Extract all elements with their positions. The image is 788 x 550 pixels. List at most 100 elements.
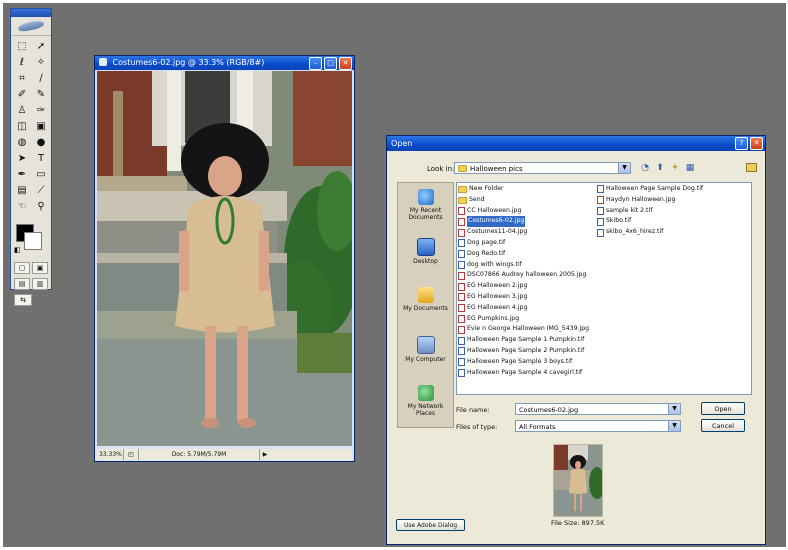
tif-file-icon bbox=[458, 260, 465, 269]
screen-mode-menu-icon[interactable]: ▥ bbox=[32, 278, 48, 290]
palette-title-bar[interactable] bbox=[11, 9, 51, 17]
folder-action-icon[interactable] bbox=[746, 163, 757, 172]
gradient-tool-icon[interactable]: ▣ bbox=[33, 120, 49, 134]
file-list-item[interactable]: EG Halloween 3.jpg bbox=[458, 292, 598, 303]
dodge-tool-icon[interactable]: ● bbox=[33, 136, 49, 150]
open-file-dialog: Open ? ✕ Look in: Halloween pics ▼ ◔ ⬆ ✦… bbox=[386, 135, 766, 545]
hand-tool-icon[interactable]: ☜ bbox=[14, 200, 30, 214]
file-list-item[interactable]: Dog Redo.tif bbox=[458, 249, 598, 260]
file-name-label: File name: bbox=[456, 406, 490, 414]
lasso-tool-icon[interactable]: ℓ bbox=[14, 56, 30, 70]
status-menu-arrow-icon[interactable]: ▶ bbox=[260, 449, 270, 460]
eraser-tool-icon[interactable]: ◫ bbox=[14, 120, 30, 134]
zoom-tool-icon[interactable]: ⚲ bbox=[33, 200, 49, 214]
file-name-text: EG Halloween 4.jpg bbox=[467, 303, 528, 311]
tif-file-icon bbox=[458, 250, 465, 259]
dialog-title-bar[interactable]: Open ? ✕ bbox=[387, 136, 765, 151]
brush-tool-icon[interactable]: ✎ bbox=[33, 88, 49, 102]
blur-tool-icon[interactable]: ◍ bbox=[14, 136, 30, 150]
back-icon[interactable]: ◔ bbox=[639, 162, 651, 174]
chevron-down-icon[interactable]: ▼ bbox=[618, 163, 630, 173]
adobe-feather-icon[interactable] bbox=[11, 17, 51, 36]
file-list-item[interactable]: New Folder bbox=[458, 184, 598, 195]
file-list-item[interactable]: Haydyn Halloween.jpg bbox=[597, 195, 747, 206]
look-in-dropdown[interactable]: Halloween pics ▼ bbox=[454, 162, 631, 174]
file-type-dropdown[interactable]: All Formats ▼ bbox=[515, 420, 681, 432]
minimize-button[interactable]: – bbox=[309, 57, 322, 70]
slice-tool-icon[interactable]: ∕ bbox=[33, 72, 49, 86]
chevron-down-icon[interactable]: ▼ bbox=[668, 404, 680, 414]
open-button[interactable]: Open bbox=[701, 402, 745, 415]
type-tool-icon[interactable]: T bbox=[33, 152, 49, 166]
file-name-field[interactable]: Costumes6-02.jpg ▼ bbox=[515, 403, 681, 415]
file-list-item[interactable]: Skibo.tif bbox=[597, 216, 747, 227]
file-list-item[interactable]: Costumes11-04.jpg bbox=[458, 227, 598, 238]
pen-tool-icon[interactable]: ✒ bbox=[14, 168, 30, 182]
tif-file-icon bbox=[458, 239, 465, 248]
file-list-item[interactable]: EG Pumpkins.jpg bbox=[458, 314, 598, 325]
path-selection-tool-icon[interactable]: ➤ bbox=[14, 152, 30, 166]
file-list-item[interactable]: Costumes6-02.jpg bbox=[458, 216, 598, 228]
close-button[interactable]: ✕ bbox=[339, 57, 352, 70]
standard-mode-icon[interactable]: ▢ bbox=[14, 262, 30, 274]
file-list-item[interactable]: CC Halloween.jpg bbox=[458, 206, 598, 217]
shape-tool-icon[interactable]: ▭ bbox=[33, 168, 49, 182]
move-tool-icon[interactable]: ➚ bbox=[33, 40, 49, 54]
help-button[interactable]: ? bbox=[735, 137, 748, 150]
jump-to-imageready-icon[interactable]: ⇆ bbox=[14, 294, 32, 306]
healing-brush-tool-icon[interactable]: ✐ bbox=[14, 88, 30, 102]
file-list[interactable]: New Folder Send CC Halloween.jpg Costumes6-… bbox=[456, 182, 752, 395]
jpg-file-icon bbox=[458, 325, 465, 334]
view-menu-icon[interactable]: ▦ bbox=[684, 162, 696, 174]
file-list-item[interactable]: skibo_4x6_hirez.tif bbox=[597, 227, 747, 238]
use-adobe-dialog-button[interactable]: Use Adobe Dialog bbox=[396, 519, 465, 531]
file-size-text: File Size: 897.5K bbox=[551, 519, 605, 527]
background-color-swatch[interactable] bbox=[24, 232, 42, 250]
chevron-down-icon[interactable]: ▼ bbox=[668, 421, 680, 431]
file-list-item[interactable]: Send bbox=[458, 195, 598, 206]
stamp-tool-icon[interactable]: ♙ bbox=[14, 104, 30, 118]
new-folder-icon[interactable]: ✦ bbox=[669, 162, 681, 174]
cancel-button[interactable]: Cancel bbox=[701, 419, 745, 432]
file-list-column: Halloween Page Sample Dog.tif Haydyn Hall… bbox=[597, 184, 747, 238]
file-list-item[interactable]: dog with wings.tif bbox=[458, 260, 598, 271]
jpg-file-icon bbox=[458, 206, 465, 215]
dialog-close-button[interactable]: ✕ bbox=[750, 137, 763, 150]
place-recent-documents[interactable]: My Recent Documents bbox=[398, 183, 453, 232]
place-my-computer[interactable]: My Computer bbox=[398, 330, 453, 379]
screen-mode-standard-icon[interactable]: ▤ bbox=[14, 278, 30, 290]
file-name-text: EG Halloween 3.jpg bbox=[467, 292, 528, 300]
notes-tool-icon[interactable]: ▤ bbox=[14, 184, 30, 198]
maximize-button[interactable]: □ bbox=[324, 57, 337, 70]
tools-palette: ⬚ ➚ ℓ ✧ ⌗ ∕ ✐ ✎ ♙ ✑ ◫ ▣ ◍ ● ➤ T ✒ ▭ ▤ ⟋ … bbox=[10, 8, 52, 306]
place-my-documents[interactable]: My Documents bbox=[398, 281, 453, 330]
file-list-item[interactable]: EG Halloween 2.jpg bbox=[458, 281, 598, 292]
file-list-item[interactable]: Dog page.tif bbox=[458, 238, 598, 249]
file-list-item[interactable]: Halloween Page Sample 4 cavegirl.tif bbox=[458, 368, 598, 379]
file-list-item[interactable]: Evie n George Halloween IMG_5439.jpg bbox=[458, 324, 598, 335]
file-list-item[interactable]: Halloween Page Sample Dog.tif bbox=[597, 184, 747, 195]
document-info-icon[interactable]: ◰ bbox=[124, 449, 139, 460]
eyedropper-tool-icon[interactable]: ⟋ bbox=[33, 184, 49, 198]
file-list-item[interactable]: DSC07866 Audrey halloween 2005.jpg bbox=[458, 270, 598, 281]
zoom-level[interactable]: 33.33% bbox=[97, 449, 124, 460]
costume-photo-canvas[interactable] bbox=[97, 71, 352, 446]
crop-tool-icon[interactable]: ⌗ bbox=[14, 72, 30, 86]
place-network-places[interactable]: My Network Places bbox=[398, 379, 453, 428]
quick-mask-mode-icon[interactable]: ▣ bbox=[32, 262, 48, 274]
history-brush-tool-icon[interactable]: ✑ bbox=[33, 104, 49, 118]
file-list-item[interactable]: Halloween Page Sample 2 Pumpkin.tif bbox=[458, 346, 598, 357]
file-list-item[interactable]: EG Halloween 4.jpg bbox=[458, 303, 598, 314]
magic-wand-tool-icon[interactable]: ✧ bbox=[33, 56, 49, 70]
file-name-text: EG Pumpkins.jpg bbox=[467, 314, 520, 322]
file-list-item[interactable]: Halloween Page Sample 3 boys.tif bbox=[458, 357, 598, 368]
default-colors-icon[interactable]: ◧ bbox=[14, 246, 22, 254]
file-list-item[interactable]: Halloween Page Sample 1 Pumpkin.tif bbox=[458, 335, 598, 346]
file-list-item[interactable]: sample kit 2.tif bbox=[597, 206, 747, 217]
marquee-tool-icon[interactable]: ⬚ bbox=[14, 40, 30, 54]
image-document-window: Costumes6-02.jpg @ 33.3% (RGB/8#) – □ ✕ bbox=[94, 55, 355, 462]
image-window-title-bar[interactable]: Costumes6-02.jpg @ 33.3% (RGB/8#) – □ ✕ bbox=[95, 56, 354, 70]
file-name-text: Halloween Page Sample 2 Pumpkin.tif bbox=[467, 346, 585, 354]
up-folder-icon[interactable]: ⬆ bbox=[654, 162, 666, 174]
place-desktop[interactable]: Desktop bbox=[398, 232, 453, 281]
